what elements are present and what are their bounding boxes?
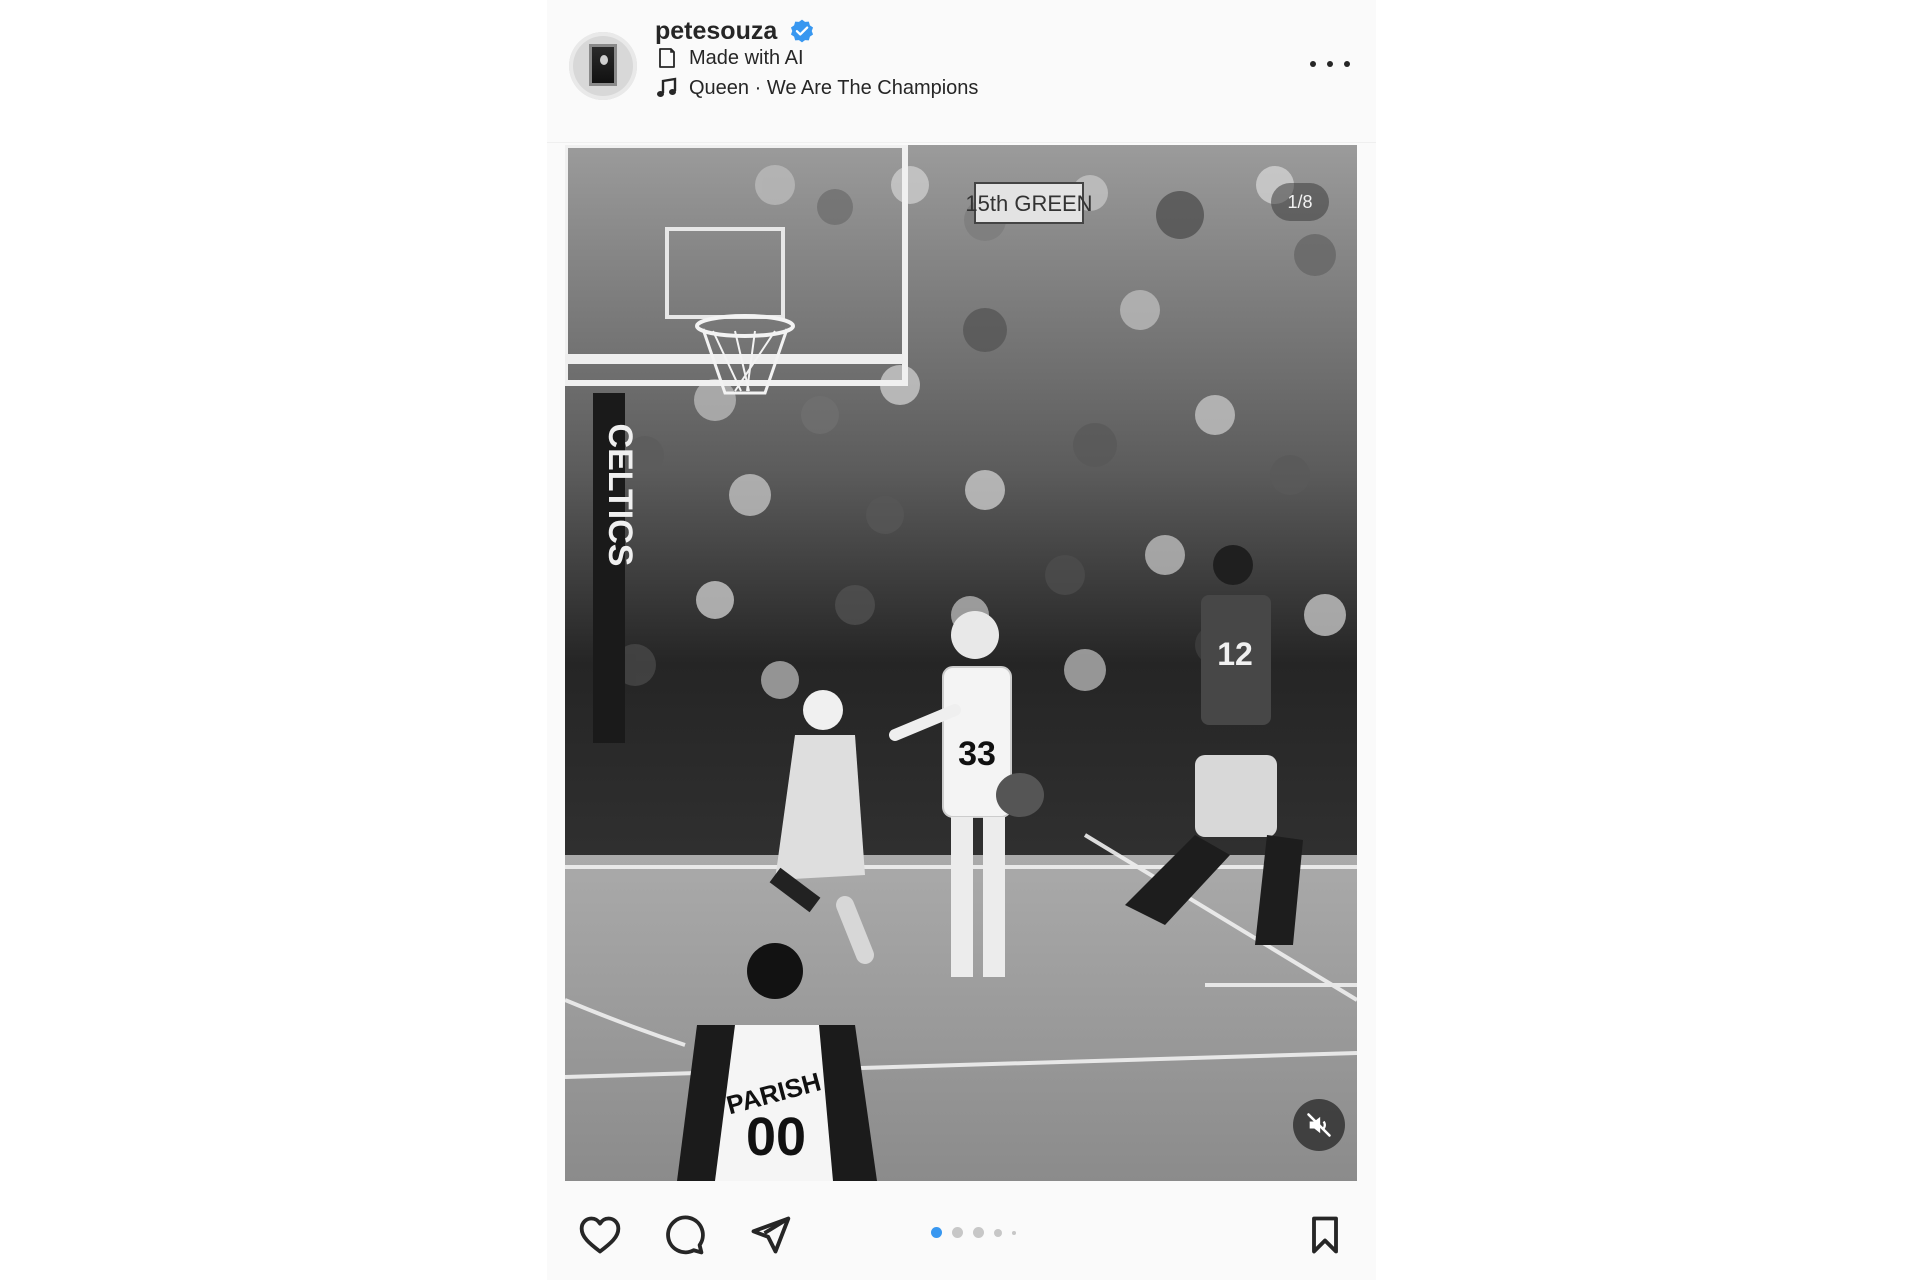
court-stanchion-text: CELTICS (601, 424, 639, 567)
music-label[interactable]: Queen · We Are The Champions (655, 76, 978, 100)
ai-label-icon (659, 48, 675, 68)
bookmark-icon (1312, 1216, 1338, 1254)
carousel-dot (952, 1227, 963, 1238)
ai-label[interactable]: Made with AI (655, 46, 804, 70)
post-media[interactable]: 15th GREEN CELTICS 33 12 PARISH 00 1/8 (565, 145, 1357, 1181)
avatar-image (589, 44, 617, 86)
arena-sign: 15th GREEN (965, 182, 1093, 224)
username-row: petesouza (655, 14, 815, 48)
more-dot (1327, 61, 1333, 67)
comment-icon (666, 1215, 705, 1255)
share-button[interactable] (745, 1210, 795, 1260)
carousel-dot (994, 1228, 1002, 1237)
carousel-dots (931, 1227, 1026, 1238)
music-note-icon (657, 77, 677, 97)
more-dot (1310, 61, 1316, 67)
save-button[interactable] (1300, 1210, 1350, 1260)
carousel-dot (973, 1227, 984, 1238)
jersey-number-12: 12 (1217, 636, 1253, 672)
arena-sign-text: 15th GREEN (965, 191, 1092, 216)
ai-label-text: Made with AI (689, 46, 804, 69)
avatar[interactable] (569, 32, 637, 100)
comment-button[interactable] (659, 1210, 709, 1260)
carousel-dot (1012, 1230, 1016, 1235)
jersey-number-33: 33 (958, 735, 996, 773)
post-header: petesouza Made with AI Queen · We Are Th… (547, 0, 1376, 143)
post-actions (547, 1200, 1376, 1260)
send-icon (751, 1216, 791, 1254)
jersey-number-00: 00 (746, 1107, 806, 1167)
more-options-icon[interactable] (1310, 54, 1350, 74)
instagram-post: petesouza Made with AI Queen · We Are Th… (547, 0, 1376, 1280)
more-dot (1344, 61, 1350, 67)
avatar-face (600, 55, 608, 65)
like-button[interactable] (575, 1210, 625, 1260)
username[interactable]: petesouza (655, 17, 777, 46)
heart-icon (579, 1216, 621, 1254)
page-indicator: 1/8 (1271, 183, 1329, 221)
carousel-dot-active (931, 1227, 942, 1238)
mute-speaker-icon (1307, 1113, 1331, 1137)
verified-badge-icon (791, 19, 814, 43)
mute-icon[interactable] (1293, 1099, 1345, 1151)
basketball-photo: 15th GREEN CELTICS 33 12 PARISH 00 (565, 145, 1357, 1181)
music-label-text: Queen · We Are The Champions (689, 76, 979, 99)
